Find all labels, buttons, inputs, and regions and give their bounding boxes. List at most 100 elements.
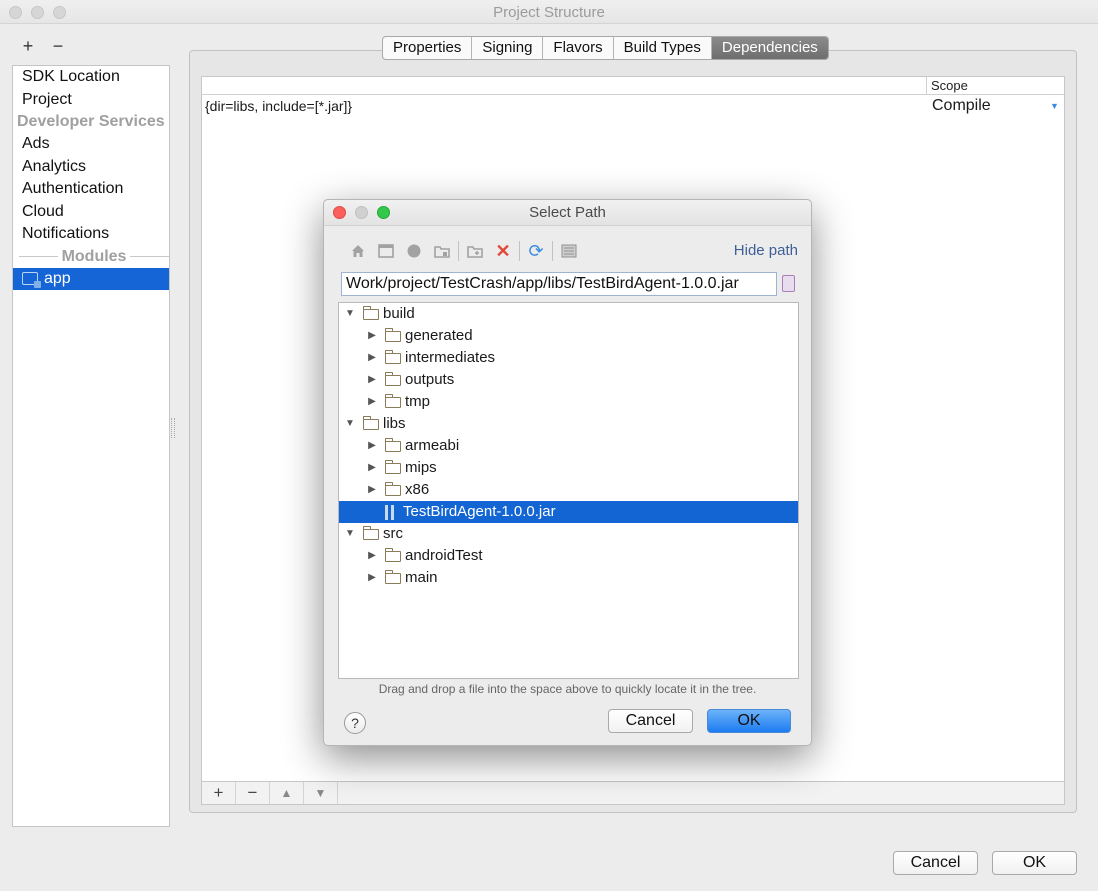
android-project-icon[interactable]: [400, 240, 428, 262]
tree-node-selected[interactable]: TestBirdAgent-1.0.0.jar: [339, 501, 798, 523]
window-titlebar: Project Structure: [0, 0, 1098, 24]
tab-flavors[interactable]: Flavors: [543, 37, 614, 59]
remove-dependency-button[interactable]: −: [236, 782, 270, 804]
collapsed-arrow-icon[interactable]: ▶: [365, 479, 379, 501]
tree-node[interactable]: ▼ libs: [339, 413, 798, 435]
dependency-cell: {dir=libs, include=[*.jar]}: [205, 98, 353, 114]
move-down-button[interactable]: ▼: [304, 782, 338, 804]
folder-icon: [384, 371, 401, 386]
sidebar-item-app[interactable]: app: [13, 267, 169, 290]
refresh-icon[interactable]: ⟳: [522, 240, 550, 262]
delete-icon[interactable]: ✕: [489, 240, 517, 262]
chevron-down-icon[interactable]: ▼: [1050, 95, 1059, 117]
clipboard-icon[interactable]: [782, 275, 795, 292]
add-module-button[interactable]: +: [20, 36, 36, 57]
tree-node[interactable]: ▶ x86: [339, 479, 798, 501]
tree-node[interactable]: ▶ androidTest: [339, 545, 798, 567]
tree-node-label: build: [383, 305, 415, 322]
tree-node[interactable]: ▶ tmp: [339, 391, 798, 413]
sidebar: SDK Location Project Developer Services …: [12, 65, 170, 827]
toolbar-divider: [552, 241, 553, 261]
tab-properties[interactable]: Properties: [383, 37, 473, 59]
tree-node[interactable]: ▶ outputs: [339, 369, 798, 391]
jar-file-icon: [385, 504, 399, 520]
tab-dependencies[interactable]: Dependencies: [711, 37, 828, 59]
select-path-dialog: Select Path ✕ ⟳ Hide path Work/project/T…: [323, 199, 812, 746]
module-folder-icon[interactable]: [428, 240, 456, 262]
add-dependency-button[interactable]: +: [202, 782, 236, 804]
folder-icon: [362, 305, 379, 320]
folder-icon: [362, 415, 379, 430]
sidebar-item-authentication[interactable]: Authentication: [13, 178, 169, 201]
module-icon: [22, 272, 41, 289]
tree-node[interactable]: ▶ main: [339, 567, 798, 589]
window-title: Project Structure: [493, 4, 605, 21]
dialog-cancel-button[interactable]: Cancel: [608, 709, 693, 733]
divider: [130, 256, 170, 257]
new-folder-icon[interactable]: [461, 240, 489, 262]
folder-icon: [384, 547, 401, 562]
remove-module-button[interactable]: −: [50, 36, 66, 57]
home-icon[interactable]: [344, 240, 372, 262]
expanded-arrow-icon[interactable]: ▼: [343, 413, 357, 435]
table-row[interactable]: {dir=libs, include=[*.jar]} Compile ▼: [202, 95, 1064, 117]
sidebar-item-analytics[interactable]: Analytics: [13, 156, 169, 179]
tree-node-label: generated: [405, 327, 473, 344]
help-button[interactable]: ?: [344, 712, 366, 734]
move-up-button[interactable]: ▲: [270, 782, 304, 804]
sidebar-item-ads[interactable]: Ads: [13, 133, 169, 156]
tree-node-label: androidTest: [405, 547, 483, 564]
folder-icon: [384, 459, 401, 474]
sidebar-item-cloud[interactable]: Cloud: [13, 201, 169, 224]
module-tabs: Properties Signing Flavors Build Types D…: [382, 36, 829, 60]
scope-select[interactable]: Compile: [932, 95, 991, 117]
sidebar-toolbar: + −: [20, 36, 66, 57]
tree-node[interactable]: ▶ intermediates: [339, 347, 798, 369]
expanded-arrow-icon[interactable]: ▼: [343, 523, 357, 545]
tree-node-label: main: [405, 569, 438, 586]
hide-path-link[interactable]: Hide path: [734, 242, 798, 259]
collapsed-arrow-icon[interactable]: ▶: [365, 435, 379, 457]
tree-node-label: outputs: [405, 371, 455, 388]
tree-node-label: TestBirdAgent-1.0.0.jar: [403, 503, 556, 520]
tree-node[interactable]: ▶ generated: [339, 325, 798, 347]
collapsed-arrow-icon[interactable]: ▶: [365, 567, 379, 589]
sidebar-item-project[interactable]: Project: [13, 89, 169, 112]
sidebar-header-developer-services: Developer Services: [13, 111, 169, 133]
tree-node[interactable]: ▼ build: [339, 303, 798, 325]
tree-node-label: tmp: [405, 393, 431, 410]
collapsed-arrow-icon[interactable]: ▶: [365, 347, 379, 369]
collapsed-arrow-icon[interactable]: ▶: [365, 545, 379, 567]
ok-button[interactable]: OK: [992, 851, 1077, 875]
dialog-titlebar: Select Path: [324, 200, 811, 226]
folder-icon: [384, 327, 401, 342]
dialog-title: Select Path: [529, 204, 606, 221]
scope-column-header[interactable]: Scope: [926, 77, 1065, 94]
collapsed-arrow-icon[interactable]: ▶: [365, 457, 379, 479]
collapsed-arrow-icon[interactable]: ▶: [365, 325, 379, 347]
folder-icon: [384, 569, 401, 584]
folder-icon: [384, 481, 401, 496]
tree-node[interactable]: ▶ mips: [339, 457, 798, 479]
tree-node[interactable]: ▼ src: [339, 523, 798, 545]
tree-node-label: intermediates: [405, 349, 496, 366]
sidebar-header-label: Modules: [61, 247, 127, 265]
desktop-icon[interactable]: [372, 240, 400, 262]
sidebar-item-sdk-location[interactable]: SDK Location: [13, 66, 169, 89]
dialog-ok-button[interactable]: OK: [707, 709, 791, 733]
sidebar-header-modules: Modules: [13, 246, 170, 268]
cancel-button[interactable]: Cancel: [893, 851, 978, 875]
tree-node[interactable]: ▶ armeabi: [339, 435, 798, 457]
table-header: Scope: [202, 77, 1064, 95]
drag-drop-hint: Drag and drop a file into the space abov…: [378, 682, 757, 696]
expanded-arrow-icon[interactable]: ▼: [343, 303, 357, 325]
sidebar-item-notifications[interactable]: Notifications: [13, 223, 169, 246]
tab-build-types[interactable]: Build Types: [614, 37, 712, 59]
collapsed-arrow-icon[interactable]: ▶: [365, 391, 379, 413]
splitter-handle[interactable]: [171, 418, 175, 438]
path-field[interactable]: Work/project/TestCrash/app/libs/TestBird…: [341, 272, 777, 296]
tab-signing[interactable]: Signing: [472, 37, 544, 59]
show-hidden-icon[interactable]: [555, 240, 583, 262]
collapsed-arrow-icon[interactable]: ▶: [365, 369, 379, 391]
tree-node-label: libs: [383, 415, 406, 432]
